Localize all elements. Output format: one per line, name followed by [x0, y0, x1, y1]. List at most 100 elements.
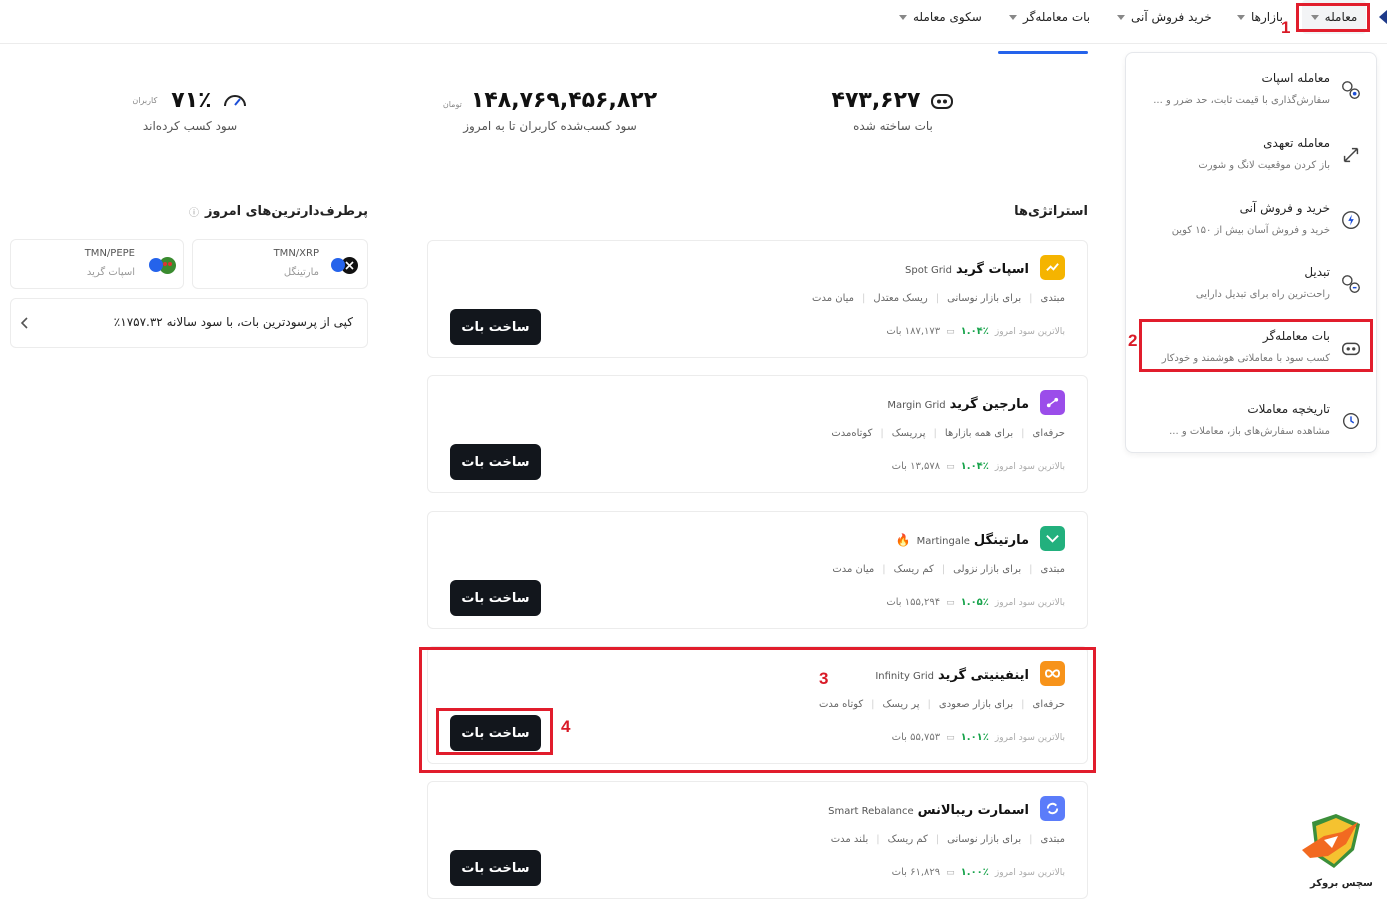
strategy-card-infinity-grid[interactable]: اینفینیتی گریدInfinity Grid حرفه‌ای | برا…	[427, 646, 1088, 764]
spot-grid-icon	[1040, 255, 1065, 280]
menu-item-title: تبدیل	[1304, 265, 1330, 279]
copy-best-bot-text: کپی از پرسودترین بات، با سود سالانه ۱۷۵۷…	[113, 315, 353, 329]
nav-trading-platform-label: سکوی معامله	[913, 10, 982, 24]
stat-bots-label: بات ساخته شده	[853, 119, 933, 133]
strategy-name: مارجین گرید	[949, 397, 1029, 412]
stat-profit-value: ۱۴۸,۷۶۹,۴۵۶,۸۲۲	[470, 88, 658, 113]
stat-users-unit: کاربران	[132, 96, 158, 105]
chevron-down-icon	[1237, 14, 1245, 20]
active-tab-underline	[998, 51, 1088, 54]
build-bot-button[interactable]: ساخت بات	[450, 309, 541, 345]
nav-edge-marker	[1379, 10, 1387, 24]
fire-icon: 🔥	[895, 533, 911, 547]
strategy-card-martingale[interactable]: مارتینگلMartingale 🔥 مبتدی | برای بازار نز…	[427, 511, 1088, 629]
strategy-card-smart-rebalance[interactable]: اسمارت ریبالانسSmart Rebalance مبتدی | بر…	[427, 781, 1088, 899]
top-profit-label: بالاترین سود امروز	[994, 732, 1065, 743]
chevron-down-icon	[899, 14, 907, 20]
tag: کوتاه مدت	[818, 699, 864, 710]
tag: برای بازار نوسانی	[947, 293, 1022, 304]
chevron-left-icon[interactable]	[20, 316, 30, 330]
strategy-stats: بالاترین سود امروز ۱.۰۴٪ ▭ ۱۸۷,۱۷۳ بات	[886, 326, 1065, 337]
nav-trading-platform[interactable]: سکوی معامله	[899, 0, 982, 34]
build-bot-button[interactable]: ساخت بات	[450, 715, 541, 751]
spot-trade-icon	[1342, 81, 1360, 99]
robot-icon: ▭	[946, 597, 955, 608]
annotation-number-1: 1	[1281, 18, 1291, 37]
top-profit-label: بالاترین سود امروز	[994, 326, 1065, 337]
menu-item-spot[interactable]: معامله اسپات سفارش‌گذاری با قیمت ثابت، ح…	[1126, 59, 1376, 119]
build-bot-button[interactable]: ساخت بات	[450, 850, 541, 886]
top-profit-percent: ۱.۰۴٪	[960, 461, 989, 472]
nav-trade-label: معامله	[1324, 10, 1358, 24]
tag: برای بازار نزولی	[953, 564, 1022, 575]
stat-bots-created: ۴۷۳,۶۲۷ بات ساخته شده	[818, 88, 968, 133]
tag: برای بازار صعودی	[938, 699, 1014, 710]
bot-count: ۱۵۵,۲۹۴ بات	[886, 597, 941, 608]
menu-item-margin[interactable]: معامله تعهدی باز کردن موقعیت لانگ و شورت	[1126, 124, 1376, 184]
annotation-number-3: 3	[819, 669, 829, 688]
tag: کوتاه‌مدت	[831, 428, 873, 439]
stat-users-value: ۷۱٪	[171, 88, 212, 113]
build-bot-button[interactable]: ساخت بات	[450, 580, 541, 616]
strategy-name-en: Martingale	[916, 536, 970, 547]
tag: مبتدی	[1040, 834, 1065, 845]
build-bot-button[interactable]: ساخت بات	[450, 444, 541, 480]
broker-logo-text: سچس بروکر	[1310, 878, 1373, 889]
stat-profit-label: سود کسب‌شده کاربران تا به امروز	[463, 119, 637, 133]
performer-card-pepe[interactable]: TMN/PEPE اسپات گرید	[10, 239, 184, 289]
bot-count: ۱۳,۵۷۸ بات	[891, 461, 941, 472]
nav-instant-buy[interactable]: خرید فروش آنی	[1117, 0, 1212, 34]
top-profit-percent: ۱.۰۰٪	[960, 867, 989, 878]
broker-logo: سچس بروکر	[1298, 810, 1378, 898]
menu-item-desc: مشاهده سفارش‌های باز، معاملات و ...	[1169, 426, 1330, 437]
info-icon[interactable]: ⓘ	[189, 204, 199, 219]
performer-card-xrp[interactable]: TMN/XRP مارتینگل	[192, 239, 368, 289]
chevron-down-icon	[1310, 14, 1319, 20]
chevron-down-icon	[1117, 14, 1125, 20]
menu-item-title: معامله اسپات	[1261, 71, 1330, 85]
copy-best-bot-card[interactable]: کپی از پرسودترین بات، با سود سالانه ۱۷۵۷…	[10, 298, 368, 348]
strategy-card-spot-grid[interactable]: اسپات گریدSpot Grid مبتدی | برای بازار نو…	[427, 240, 1088, 358]
menu-item-history[interactable]: تاریخچه معاملات مشاهده سفارش‌های باز، مع…	[1126, 390, 1376, 450]
menu-item-convert[interactable]: تبدیل راحت‌ترین راه برای تبدیل دارایی	[1126, 253, 1376, 313]
nav-trading-bot[interactable]: بات معامله‌گر	[1009, 0, 1090, 34]
tag: میان مدت	[812, 293, 854, 304]
menu-item-instant[interactable]: خرید و فروش آنی خرید و فروش آسان بیش از …	[1126, 189, 1376, 249]
stat-profit-unit: تومان	[442, 100, 462, 109]
performers-title: پرطرف‌دارترین‌های امروز	[204, 204, 368, 219]
annotation-number-2: 2	[1128, 331, 1138, 350]
trade-dropdown-menu: معامله اسپات سفارش‌گذاری با قیمت ثابت، ح…	[1125, 52, 1377, 453]
tag: برای بازار نوسانی	[947, 834, 1022, 845]
nav-trade[interactable]: معامله	[1302, 0, 1366, 34]
lightning-icon	[1342, 211, 1360, 229]
gauge-icon	[223, 94, 246, 106]
nav-markets[interactable]: بازارها	[1237, 0, 1283, 34]
infinity-icon	[1040, 661, 1065, 686]
strategy-name-en: Infinity Grid	[875, 671, 935, 682]
strategy-name: مارتینگل	[973, 533, 1029, 548]
strategy-card-margin-grid[interactable]: مارجین گریدMargin Grid حرفه‌ای | برای همه…	[427, 375, 1088, 493]
nav-instant-buy-label: خرید فروش آنی	[1131, 10, 1212, 24]
stat-bots-value: ۴۷۳,۶۲۷	[831, 88, 921, 113]
robot-icon: ▭	[946, 326, 955, 337]
menu-item-trading-bot[interactable]: بات معامله‌گر کسب سود با معاملاتی هوشمند…	[1126, 317, 1376, 377]
menu-item-title: خرید و فروش آنی	[1239, 201, 1330, 215]
menu-item-desc: راحت‌ترین راه برای تبدیل دارایی	[1195, 289, 1330, 300]
fox-shield-logo	[1302, 814, 1360, 868]
convert-icon	[1342, 275, 1360, 293]
strategy-name: اینفینیتی گرید	[938, 668, 1029, 683]
top-profit-label: بالاترین سود امروز	[994, 461, 1065, 472]
robot-icon	[1342, 342, 1360, 356]
martingale-icon	[1040, 526, 1065, 551]
history-icon	[1342, 412, 1360, 430]
nav-markets-label: بازارها	[1251, 10, 1283, 24]
strategy-name-en: Smart Rebalance	[828, 806, 914, 817]
tag: میان مدت	[832, 564, 875, 575]
strategy-stats: بالاترین سود امروز ۱.۰۴٪ ▭ ۱۳,۵۷۸ بات	[892, 461, 1065, 472]
tag: بلند مدت	[830, 834, 869, 845]
margin-grid-icon	[1040, 390, 1065, 415]
menu-item-title: معامله تعهدی	[1263, 136, 1330, 150]
performer-pair: TMN/XRP	[273, 248, 319, 259]
strategy-stats: بالاترین سود امروز ۱.۰۵٪ ▭ ۱۵۵,۲۹۴ بات	[886, 597, 1065, 608]
rebalance-icon	[1040, 796, 1065, 821]
